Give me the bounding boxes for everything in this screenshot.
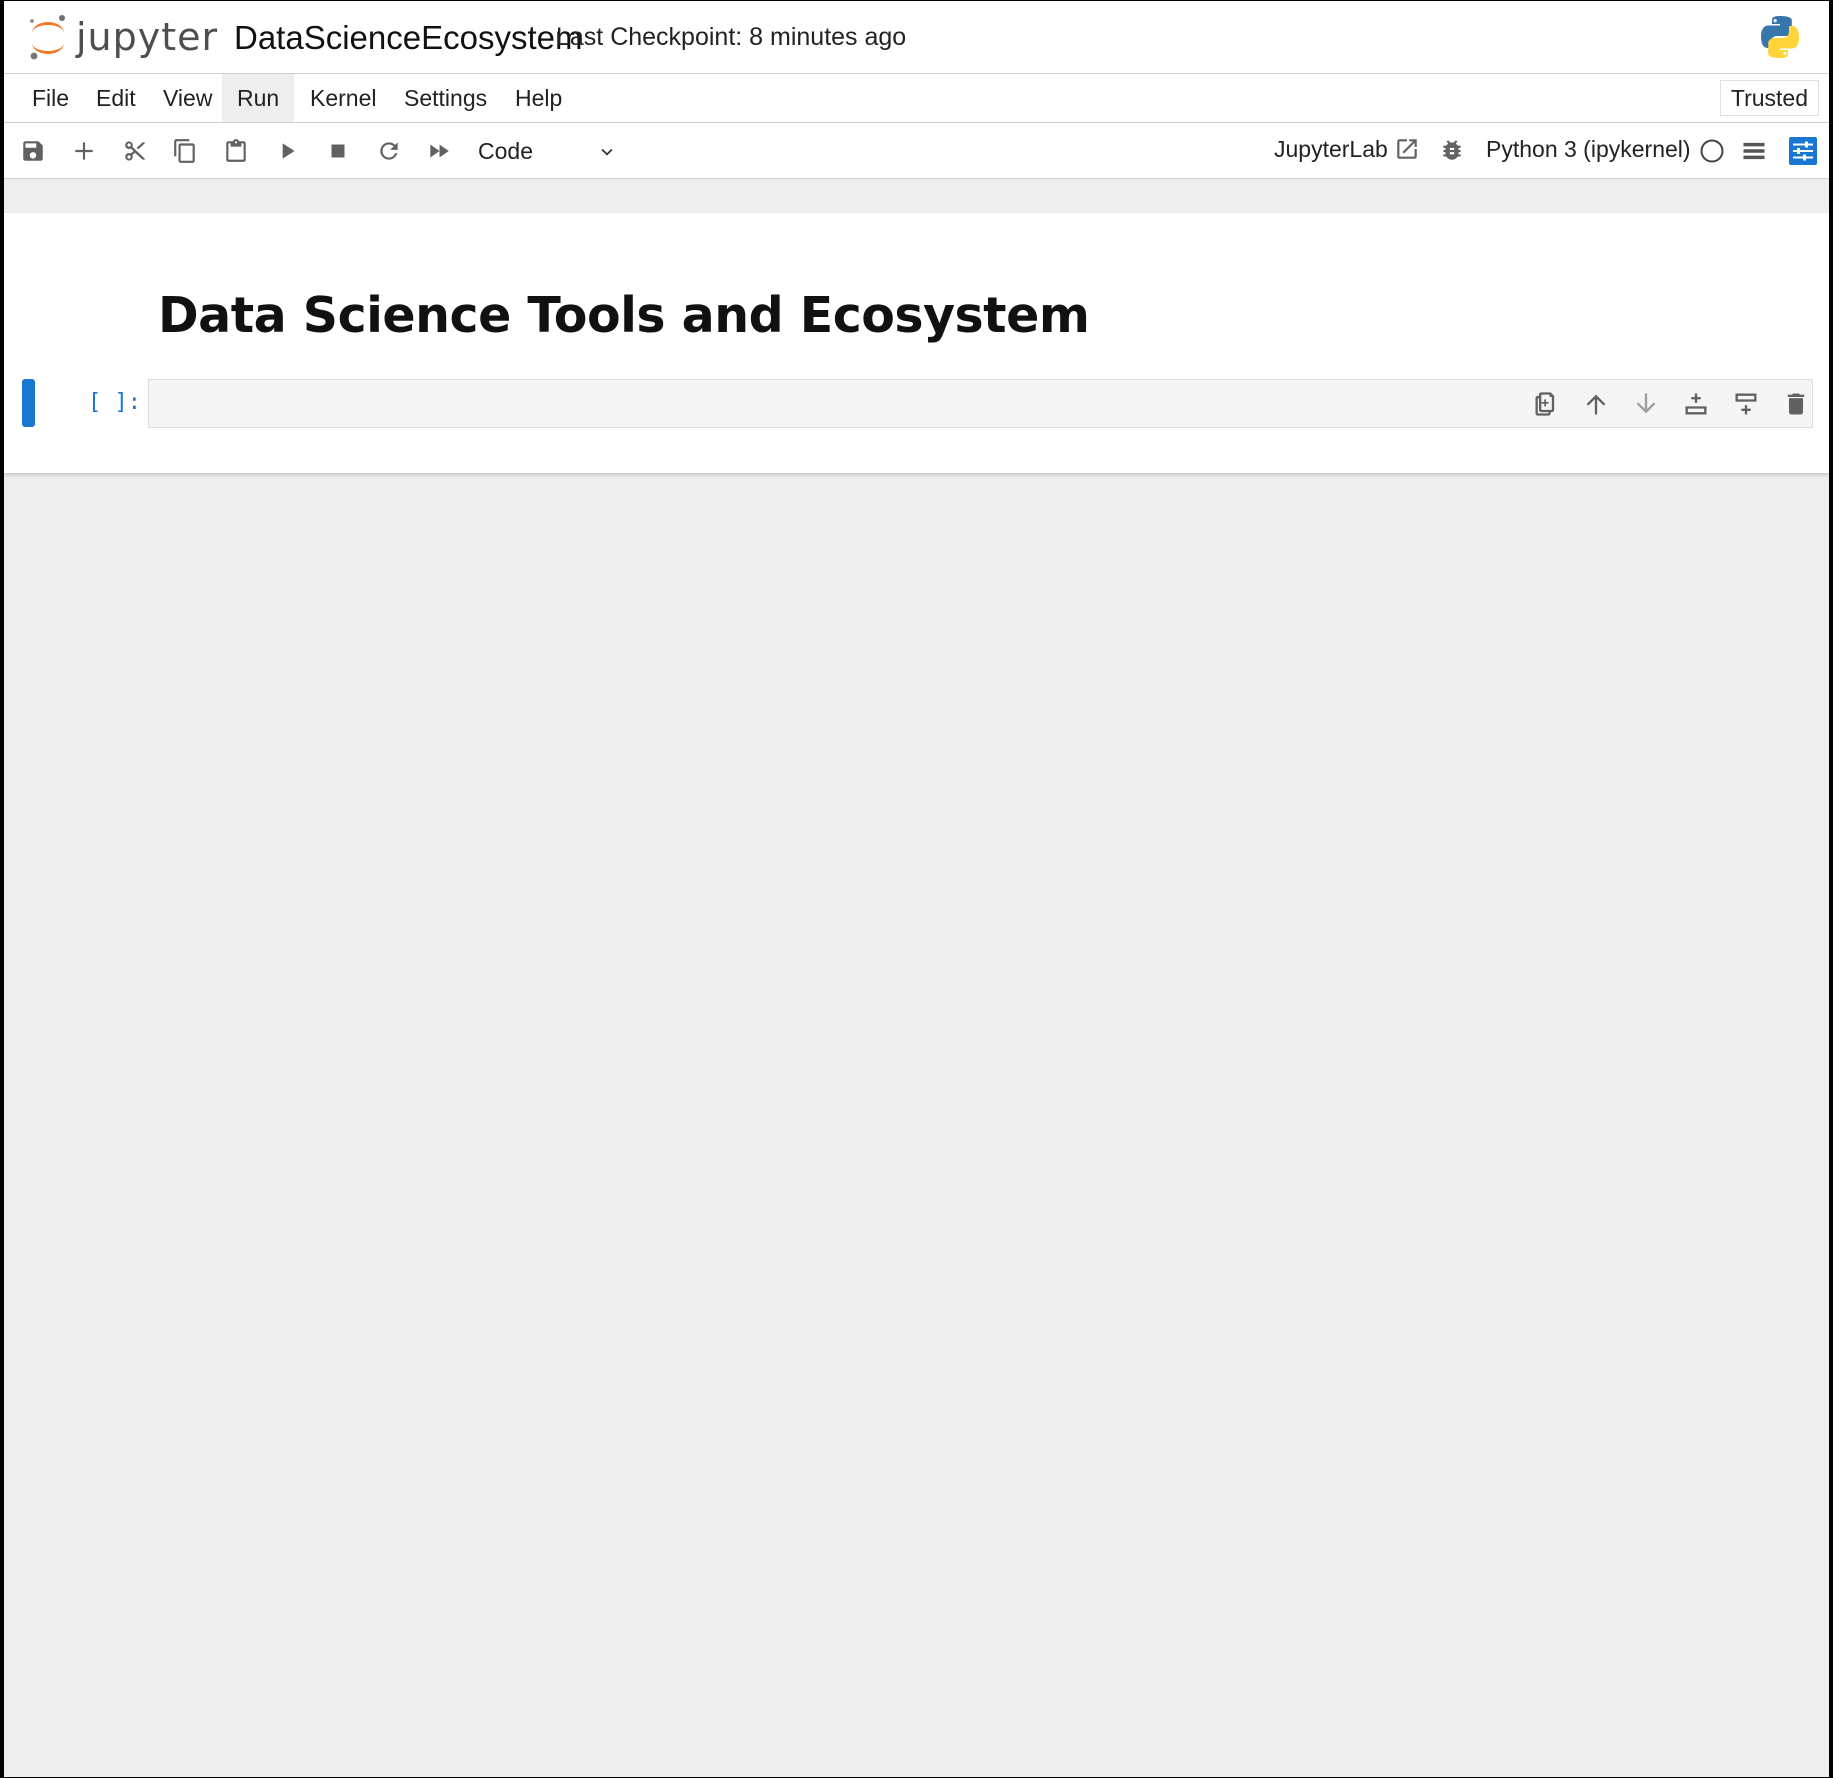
menu-run[interactable]: Run <box>222 74 295 122</box>
insert-cell-above-button[interactable] <box>1730 388 1762 420</box>
header: jupyter DataScienceEcosystem Last Checkp… <box>4 1 1829 74</box>
copy-icon <box>174 139 195 163</box>
jupyter-logo-icon <box>30 15 65 60</box>
list-view-icon[interactable] <box>1740 137 1768 165</box>
insert-cell-below-button[interactable] <box>1680 388 1712 420</box>
restart-kernel-button[interactable] <box>371 133 407 169</box>
save-icon <box>23 141 43 161</box>
cut-icon <box>125 141 145 161</box>
run-cell-button[interactable] <box>269 133 305 169</box>
open-in-jupyterlab-link[interactable]: JupyterLab <box>1274 136 1388 163</box>
move-up-icon <box>1586 394 1606 415</box>
trusted-indicator[interactable]: Trusted <box>1719 80 1819 116</box>
markdown-heading[interactable]: Data Science Tools and Ecosystem <box>158 287 1090 344</box>
menu-help[interactable]: Help <box>500 74 577 122</box>
add-icon <box>75 142 93 160</box>
last-checkpoint: Last Checkpoint: 8 minutes ago <box>556 23 907 51</box>
move-cell-down-button[interactable] <box>1630 388 1662 420</box>
menu-view[interactable]: View <box>148 74 227 122</box>
paste-icon <box>226 139 246 162</box>
menu-settings[interactable]: Settings <box>389 74 502 122</box>
interrupt-kernel-button[interactable] <box>320 133 356 169</box>
cell-toolbar <box>1530 388 1805 420</box>
insert-above-icon <box>1735 393 1757 415</box>
notebook-panel: Data Science Tools and Ecosystem [ ]: <box>4 213 1829 473</box>
property-inspector-icon[interactable] <box>1788 136 1818 166</box>
restart-run-all-button[interactable] <box>421 133 457 169</box>
menu-file[interactable]: File <box>17 74 84 122</box>
save-button[interactable] <box>15 133 51 169</box>
restart-icon <box>380 142 398 160</box>
delete-icon <box>1787 393 1805 415</box>
menu-edit[interactable]: Edit <box>81 74 151 122</box>
insert-below-icon <box>1685 393 1707 415</box>
stop-icon <box>331 144 345 158</box>
python-logo-icon <box>1761 16 1799 58</box>
duplicate-cell-button[interactable] <box>1530 388 1562 420</box>
menu-kernel[interactable]: Kernel <box>295 74 391 122</box>
chevron-down-icon <box>601 148 613 156</box>
menubar: File Edit View Run Kernel Settings Help … <box>4 74 1829 123</box>
add-cell-button[interactable] <box>66 133 102 169</box>
cut-button[interactable] <box>117 133 153 169</box>
active-cell-indicator <box>22 379 35 427</box>
notebook-toolbar: Code JupyterLab Python 3 (ipykernel) <box>4 123 1829 179</box>
input-prompt: [ ]: <box>88 390 141 415</box>
jupyter-notebook-window: jupyter DataScienceEcosystem Last Checkp… <box>4 1 1829 1777</box>
cell-type-dropdown[interactable]: Code <box>466 131 626 171</box>
move-down-icon <box>1636 393 1656 414</box>
copy-button[interactable] <box>167 133 203 169</box>
toolbar-gap <box>4 179 1829 213</box>
run-icon <box>282 143 295 159</box>
kernel-name[interactable]: Python 3 (ipykernel) <box>1486 136 1691 163</box>
duplicate-icon <box>1535 392 1555 416</box>
logo-text: jupyter <box>76 15 219 59</box>
debugger-bug-icon[interactable] <box>1439 137 1465 163</box>
notebook-name[interactable]: DataScienceEcosystem <box>234 19 582 57</box>
move-cell-up-button[interactable] <box>1580 388 1612 420</box>
jupyter-logo[interactable]: jupyter <box>26 11 219 63</box>
kernel-idle-status-icon <box>1700 139 1724 163</box>
external-link-icon[interactable] <box>1394 136 1420 162</box>
paste-button[interactable] <box>218 133 254 169</box>
code-cell-input[interactable] <box>148 379 1813 428</box>
fast-forward-icon <box>430 144 449 158</box>
cell-type-label: Code <box>478 138 533 164</box>
delete-cell-button[interactable] <box>1780 388 1812 420</box>
